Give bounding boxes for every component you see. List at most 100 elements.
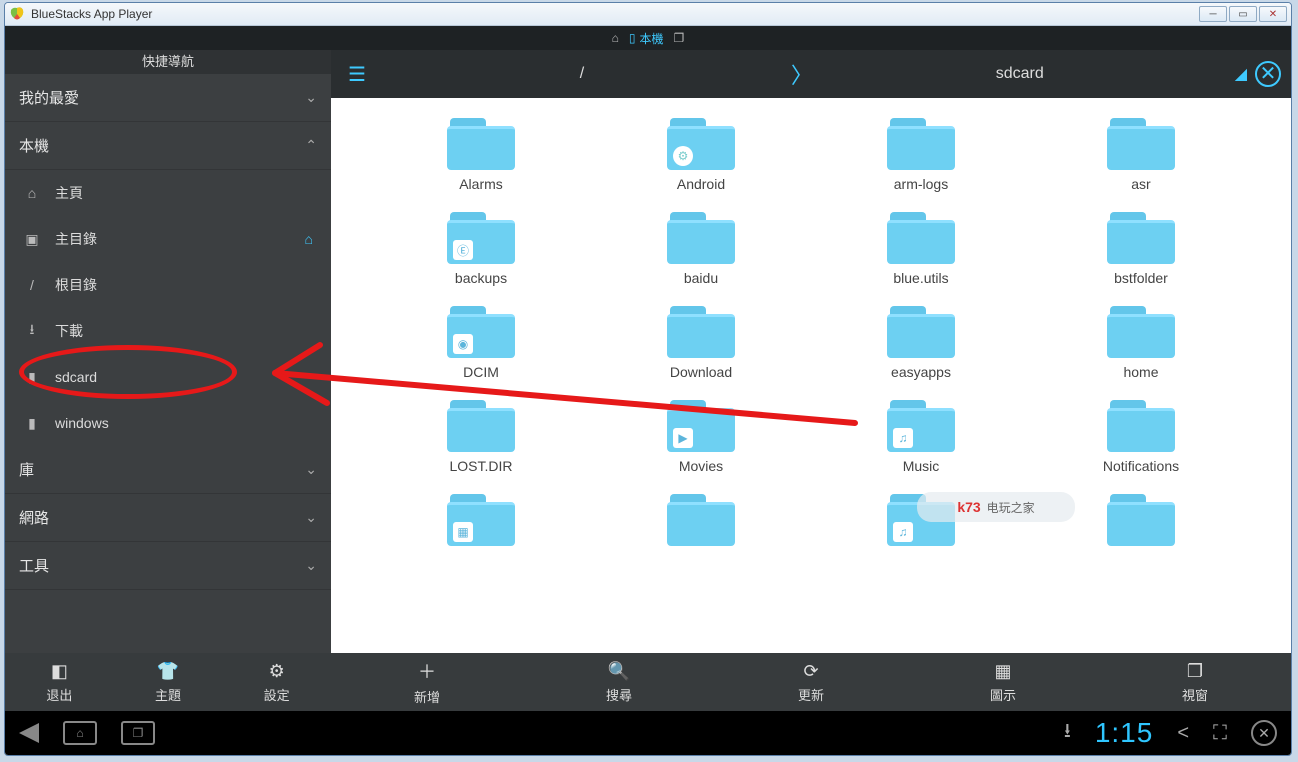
folder-tile[interactable]: Download <box>591 306 811 380</box>
home-icon: ⌂ <box>23 185 41 201</box>
folder-tile[interactable]: bstfolder <box>1031 212 1251 286</box>
crumb-current[interactable]: sdcard <box>811 65 1229 83</box>
win-titlebar: BlueStacks App Player ─ ▭ ✕ <box>5 3 1291 26</box>
watermark: k73 电玩之家 <box>917 492 1075 522</box>
sdcard-icon: ▮ <box>23 415 41 432</box>
toolbar-label: 視窗 <box>1182 685 1208 704</box>
dropdown-triangle-icon[interactable]: ◢ <box>1235 64 1247 84</box>
breadcrumb-bar: ☰ / 〉 sdcard ◢ ✕ <box>331 50 1291 98</box>
home-trail-icon: ⌂ <box>305 231 313 247</box>
menu-icon[interactable]: ☰ <box>341 62 373 87</box>
recent-button[interactable]: ❐ <box>121 721 155 745</box>
toolbar-exit-button[interactable]: ◧退出 <box>5 653 114 711</box>
folder-icon <box>887 118 955 170</box>
folder-label: Movies <box>679 458 723 474</box>
folder-tile[interactable]: Alarms <box>371 118 591 192</box>
folder-tile[interactable]: ⚙Android <box>591 118 811 192</box>
toolbar-grid-button[interactable]: ▦圖示 <box>907 653 1099 711</box>
sidebar-item-download[interactable]: ⭳ 下載 <box>5 308 331 354</box>
folder-tile[interactable]: ◉DCIM <box>371 306 591 380</box>
sidebar-item-windows[interactable]: ▮ windows <box>5 400 331 446</box>
folder-label: home <box>1123 364 1158 380</box>
home-tab-icon[interactable]: ⌂ <box>612 31 619 45</box>
toolbar-label: 搜尋 <box>606 685 632 704</box>
folder-icon: ⚙ <box>667 118 735 170</box>
sidebar-item-maindir[interactable]: ▣ 主目錄 ⌂ <box>5 216 331 262</box>
content-column: ☰ / 〉 sdcard ◢ ✕ k73 电玩之家 Alarms ⚙Android… <box>331 50 1291 653</box>
folder-tile[interactable]: ▶ Movies <box>591 400 811 474</box>
folder-tile[interactable]: LOST.DIR <box>371 400 591 474</box>
back-button[interactable] <box>19 723 39 743</box>
download-tray-icon[interactable]: ⭳ <box>1064 716 1071 750</box>
toolbar-search-button[interactable]: 🔍搜尋 <box>523 653 715 711</box>
app-icon <box>9 6 25 22</box>
sidebar-item-sdcard[interactable]: ▮ sdcard <box>5 354 331 400</box>
share-icon[interactable]: < <box>1177 722 1189 745</box>
clock: 1:15 <box>1095 717 1154 749</box>
folder-tile[interactable]: asr <box>1031 118 1251 192</box>
folder-tile[interactable]: blue.utils <box>811 212 1031 286</box>
sidebar-section-network[interactable]: 網路 ⌄ <box>5 494 331 542</box>
crumb-root[interactable]: / <box>373 65 791 83</box>
toolbar-label: 圖示 <box>990 685 1016 704</box>
folder-label: LOST.DIR <box>449 458 512 474</box>
android-navbar: ⌂ ❐ ⭳ 1:15 < ⛶ ✕ <box>5 711 1291 755</box>
folder-icon <box>447 118 515 170</box>
sidebar-section-local[interactable]: 本機 ⌃ <box>5 122 331 170</box>
main-area: 快捷導航 我的最愛 ⌄ 本機 ⌃ ⌂ 主頁 ▣ 主目錄 ⌂ <box>5 50 1291 653</box>
es-badge-icon: Ⓔ <box>453 240 473 260</box>
toolbar-shirt-button[interactable]: 👕 主題 <box>114 653 223 711</box>
folder-tile[interactable]: Notifications <box>1031 400 1251 474</box>
folder-tile[interactable]: home <box>1031 306 1251 380</box>
toolbar-plus-button[interactable]: ＋ 新增 <box>331 653 523 711</box>
chevron-down-icon: ⌄ <box>305 557 317 574</box>
camera-icon: ▣ <box>23 231 41 248</box>
folder-label: Download <box>670 364 732 380</box>
folder-tile[interactable]: ♫Music <box>811 400 1031 474</box>
minimize-button[interactable]: ─ <box>1199 6 1227 22</box>
app-body: ⌂ ▯ 本機 ❐ 快捷導航 我的最愛 ⌄ 本機 ⌃ ⌂ <box>5 26 1291 755</box>
folder-tile[interactable] <box>591 494 811 552</box>
folder-tile[interactable]: arm-logs <box>811 118 1031 192</box>
tab-strip: ⌂ ▯ 本機 ❐ <box>5 26 1291 50</box>
power-icon[interactable]: ✕ <box>1251 720 1277 746</box>
folder-label: bstfolder <box>1114 270 1168 286</box>
toolbar-refresh-button[interactable]: ⟳更新 <box>715 653 907 711</box>
folder-icon <box>887 306 955 358</box>
active-tab[interactable]: ▯ 本機 <box>629 30 664 47</box>
file-grid: Alarms ⚙Androidarm-logsasr Ⓔbackupsbaidubl… <box>331 98 1291 552</box>
fullscreen-icon[interactable]: ⛶ <box>1213 722 1227 745</box>
music-badge-icon: ♫ <box>893 522 913 542</box>
toolbar-label: 主題 <box>155 685 181 704</box>
sidebar-section-favorites[interactable]: 我的最愛 ⌄ <box>5 74 331 122</box>
folder-tile[interactable]: easyapps <box>811 306 1031 380</box>
folder-icon: ▶ <box>667 400 735 452</box>
close-tab-icon[interactable]: ✕ <box>1255 61 1281 87</box>
folder-icon <box>447 400 515 452</box>
gear-icon: ⚙ <box>269 661 285 682</box>
win-controls: ─ ▭ ✕ <box>1199 6 1287 22</box>
bottom-toolbar: ◧退出 👕 主題 ⚙設定 ＋ 新增 🔍搜尋⟳更新▦圖示❐視窗 <box>5 653 1291 711</box>
overlap-tabs-icon[interactable]: ❐ <box>674 31 685 45</box>
toolbar-label: 新增 <box>414 687 440 706</box>
chevron-down-icon: ⌄ <box>305 461 317 478</box>
sidebar-item-rootdir[interactable]: / 根目錄 <box>5 262 331 308</box>
maximize-button[interactable]: ▭ <box>1229 6 1257 22</box>
sidebar-section-library[interactable]: 庫 ⌄ <box>5 446 331 494</box>
folder-label: Alarms <box>459 176 503 192</box>
folder-tile[interactable]: Ⓔbackups <box>371 212 591 286</box>
plus-icon: ＋ <box>418 658 436 684</box>
sdcard-icon: ▮ <box>23 369 41 386</box>
folder-tile[interactable]: ▦ <box>371 494 591 552</box>
close-button[interactable]: ✕ <box>1259 6 1287 22</box>
folder-tile[interactable]: baidu <box>591 212 811 286</box>
camera-badge-icon: ◉ <box>453 334 473 354</box>
sidebar-section-tools[interactable]: 工具 ⌄ <box>5 542 331 590</box>
sidebar: 快捷導航 我的最愛 ⌄ 本機 ⌃ ⌂ 主頁 ▣ 主目錄 ⌂ <box>5 50 331 653</box>
home-button[interactable]: ⌂ <box>63 721 97 745</box>
sidebar-item-home[interactable]: ⌂ 主頁 <box>5 170 331 216</box>
toolbar-gear-button[interactable]: ⚙設定 <box>222 653 331 711</box>
toolbar-windows-button[interactable]: ❐視窗 <box>1099 653 1291 711</box>
window-title: BlueStacks App Player <box>31 7 1199 21</box>
shirt-icon: 👕 <box>157 661 179 682</box>
